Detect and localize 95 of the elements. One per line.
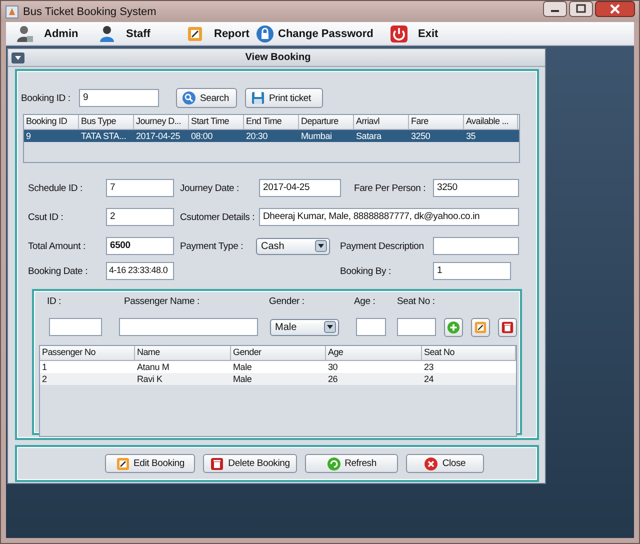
column-header[interactable]: Available ...	[464, 115, 518, 129]
menu-item[interactable]: Exit	[384, 22, 444, 44]
column-header[interactable]: Start Time	[189, 115, 244, 129]
column-header[interactable]: Name	[135, 346, 231, 360]
edit-icon	[186, 24, 204, 42]
column-header[interactable]: Fare	[409, 115, 464, 129]
refresh-icon	[326, 456, 341, 470]
column-header[interactable]: Passenger No	[40, 346, 135, 360]
column-header[interactable]: Gender	[231, 346, 326, 360]
gender-dropdown[interactable]: Male	[270, 318, 339, 336]
table-cell-text: 08:00	[190, 130, 214, 142]
close-button[interactable]: Close	[406, 454, 484, 473]
table-cell-text: 24	[423, 373, 435, 385]
table-cell-text: Mumbai	[300, 130, 333, 142]
delete-button[interactable]: Delete Booking	[203, 454, 297, 473]
customer-id-field[interactable]: 2	[106, 208, 174, 226]
table-cell-text: 9	[25, 130, 32, 142]
edit-button[interactable]	[471, 318, 490, 336]
field-label: Csutomer Details :	[180, 212, 256, 222]
minimize-button[interactable]	[543, 1, 567, 17]
field-label: Booking By :	[340, 266, 392, 276]
payment-description-field[interactable]	[433, 237, 519, 255]
field-label: ID :	[47, 296, 61, 307]
user-icon	[16, 24, 34, 42]
user-icon	[98, 24, 116, 42]
schedule-id-field[interactable]: 7	[106, 179, 174, 197]
journey-date-field[interactable]: 2017-04-25	[259, 179, 341, 197]
column-header[interactable]: Seat No	[422, 346, 516, 360]
field-label: Payment Type :	[180, 240, 244, 252]
table-cell-text: 20:30	[245, 130, 269, 142]
table-cell-text: 26	[327, 373, 339, 385]
app-icon	[5, 4, 19, 18]
payment-type-dropdown[interactable]: Cash	[256, 238, 330, 254]
age-field[interactable]	[356, 318, 386, 336]
print-button[interactable]: Print ticket	[245, 88, 323, 108]
caret-icon[interactable]	[11, 52, 25, 64]
seat-field[interactable]	[397, 318, 436, 336]
edit-button[interactable]: Edit Booking	[105, 454, 195, 473]
column-header[interactable]: Age	[326, 346, 422, 360]
table-cell-text: Male	[232, 361, 253, 373]
table-cell-text: 23	[423, 361, 435, 373]
field-label: Journey Date :	[180, 182, 240, 194]
table-cell-text: Satara	[355, 130, 382, 142]
customer-details-field[interactable]: Dheeraj Kumar, Male, 88888887777, dk@yahoo.co.in	[259, 208, 519, 226]
booking-by-field[interactable]: 1	[433, 262, 511, 280]
fare-field[interactable]: 3250	[433, 179, 519, 197]
close-icon	[424, 456, 438, 470]
field-label: Booking ID :	[21, 92, 72, 104]
window-title: Bus Ticket Booking System	[23, 6, 156, 18]
table-cell-text: 1	[41, 361, 48, 373]
table-cell-text: 30	[327, 361, 339, 373]
menu-item[interactable]: Staff	[92, 22, 180, 44]
table-cell-text: Male	[232, 373, 253, 385]
table-cell-text: 2017-04-25	[135, 130, 182, 142]
field-label: Csut ID :	[28, 212, 64, 222]
table-cell-text: 35	[465, 130, 477, 142]
id-field[interactable]	[49, 318, 102, 336]
maximize-button[interactable]	[569, 1, 593, 17]
lock-icon	[256, 24, 274, 42]
column-header[interactable]: Arriavl	[354, 115, 409, 129]
search-button[interactable]: Search	[176, 88, 237, 108]
column-header[interactable]: Journey D...	[134, 115, 189, 129]
table-cell-text: TATA STA...	[80, 130, 128, 142]
field-label: Age :	[354, 296, 376, 307]
column-header[interactable]: Booking ID	[24, 115, 79, 129]
power-icon	[390, 24, 408, 42]
field-label: Payment Description	[340, 240, 425, 252]
search-icon	[182, 91, 196, 105]
table-cell-text: Ravi K	[136, 373, 164, 385]
refresh-button[interactable]: Refresh	[305, 454, 398, 473]
field-label: Booking Date :	[28, 266, 89, 276]
trash-icon	[210, 456, 224, 470]
column-header[interactable]: Bus Type	[79, 115, 134, 129]
menu-item[interactable]: Admin	[10, 22, 92, 44]
booking-date-field[interactable]: 4-16 23:33:48.0	[106, 262, 174, 280]
table-cell-text: Atanu M	[136, 361, 170, 373]
add-button[interactable]	[444, 318, 463, 336]
table-row[interactable]: 9 TATA STA... 2017-04-25 08:00 20:30 Mumbai Satara 3250 35	[24, 130, 519, 142]
column-header[interactable]: Departure	[299, 115, 354, 129]
field-label: Gender :	[269, 296, 304, 307]
table-cell-text: 3250	[410, 130, 432, 142]
booking-id-field[interactable]: 9	[79, 89, 159, 107]
frame-title: View Booking	[244, 52, 312, 63]
table-cell-text: 2	[41, 373, 48, 385]
edit-icon	[116, 456, 130, 470]
column-header[interactable]: End Time	[244, 115, 299, 129]
field-label: Schedule ID :	[28, 182, 84, 194]
field-label: Total Amount :	[28, 240, 86, 252]
field-label: Passenger Name :	[124, 296, 200, 307]
passenger-name-field[interactable]	[119, 318, 258, 336]
field-label: Seat No :	[397, 296, 435, 307]
field-label: Fare Per Person :	[354, 182, 427, 194]
total-amount-field[interactable]: 6500	[106, 237, 174, 255]
delete-button[interactable]	[498, 318, 517, 336]
close-button[interactable]	[595, 1, 635, 17]
